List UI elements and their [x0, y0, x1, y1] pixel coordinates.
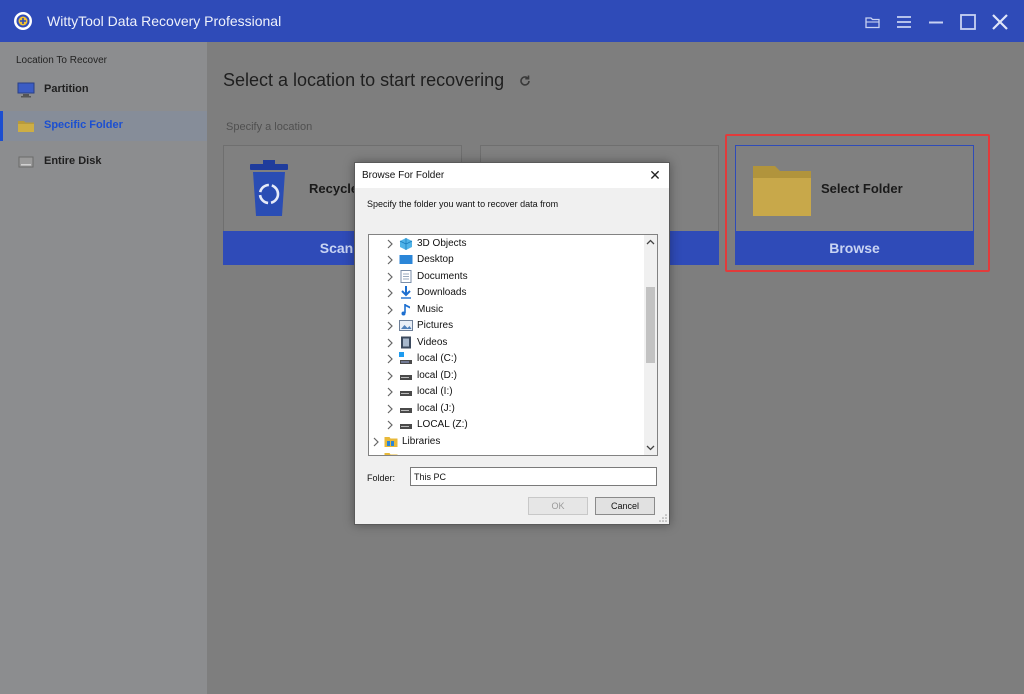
dialog-title-bar: Browse For Folder ✕	[355, 163, 669, 188]
tree-item-pictures[interactable]: Pictures	[369, 318, 645, 334]
folder-icon	[384, 453, 398, 455]
sidebar-item-specific-folder[interactable]: Specific Folder	[0, 111, 207, 141]
sidebar-item-label: Entire Disk	[44, 155, 102, 167]
system-drive-icon	[399, 352, 412, 364]
tree-item-downloads[interactable]: Downloads	[369, 285, 645, 301]
drive-icon	[400, 424, 412, 429]
chevron-right-icon[interactable]	[385, 255, 395, 265]
music-icon	[401, 304, 410, 316]
chevron-right-icon[interactable]	[385, 354, 395, 364]
chevron-right-icon[interactable]	[385, 321, 395, 331]
folder-label: Folder:	[367, 473, 396, 483]
scroll-down-icon[interactable]	[646, 443, 655, 452]
pictures-icon	[399, 320, 413, 331]
chevron-right-icon[interactable]	[385, 288, 395, 298]
chevron-right-icon[interactable]	[385, 371, 395, 381]
documents-icon	[400, 270, 412, 283]
tree-item-local-i[interactable]: local (I:)	[369, 384, 645, 400]
tree-item-local-d[interactable]: local (D:)	[369, 368, 645, 384]
tree-item-music[interactable]: Music	[369, 302, 645, 318]
libraries-icon	[384, 437, 398, 447]
sidebar-item-partition[interactable]: Partition	[0, 75, 207, 105]
resize-grip-icon[interactable]	[659, 514, 667, 522]
app-logo-icon	[14, 12, 32, 30]
tree-item-partial	[369, 450, 645, 455]
minimize-icon[interactable]	[925, 11, 947, 33]
tree-item-local-c[interactable]: local (C:)	[369, 351, 645, 367]
folder-tree[interactable]: 3D Objects Desktop Documents Downloads M…	[368, 234, 658, 456]
chevron-right-icon[interactable]	[385, 404, 395, 414]
highlight-box	[725, 134, 990, 272]
recycle-bin-icon	[250, 160, 288, 216]
menu-icon[interactable]	[893, 11, 915, 33]
scrollbar-thumb[interactable]	[646, 287, 655, 363]
folder-icon	[18, 121, 34, 132]
app-title: WittyTool Data Recovery Professional	[47, 13, 282, 29]
active-indicator	[0, 111, 3, 141]
drive-icon	[400, 375, 412, 380]
card-label: Recycle	[309, 181, 359, 196]
chevron-right-icon[interactable]	[385, 387, 395, 397]
disk-icon	[18, 156, 34, 168]
page-title: Select a location to start recovering	[223, 70, 505, 90]
cancel-button[interactable]: Cancel	[595, 497, 655, 515]
3d-objects-icon	[399, 238, 413, 250]
tree-item-local-j[interactable]: local (J:)	[369, 401, 645, 417]
tree-item-documents[interactable]: Documents	[369, 269, 645, 285]
tree-item-desktop[interactable]: Desktop	[369, 252, 645, 268]
videos-icon	[401, 336, 411, 349]
chevron-right-icon[interactable]	[371, 437, 381, 447]
chevron-right-icon[interactable]	[385, 272, 395, 282]
monitor-icon	[17, 82, 35, 98]
chevron-right-icon[interactable]	[385, 239, 395, 249]
title-bar: WittyTool Data Recovery Professional	[0, 0, 1024, 42]
chevron-right-icon[interactable]	[385, 420, 395, 430]
section-subtitle: Specify a location	[226, 121, 313, 133]
maximize-icon[interactable]	[957, 11, 979, 33]
tree-item-videos[interactable]: Videos	[369, 335, 645, 351]
browse-for-folder-dialog: Browse For Folder ✕ Specify the folder y…	[354, 162, 670, 525]
refresh-icon[interactable]	[518, 74, 532, 88]
sidebar: Location To Recover Partition Specific F…	[0, 42, 207, 694]
dialog-title: Browse For Folder	[362, 170, 445, 181]
folder-field[interactable]	[410, 467, 657, 486]
scroll-up-icon[interactable]	[646, 238, 655, 247]
tree-item-local-z[interactable]: LOCAL (Z:)	[369, 417, 645, 433]
sidebar-item-label: Partition	[44, 83, 89, 95]
ok-button[interactable]: OK	[528, 497, 588, 515]
chevron-right-icon[interactable]	[385, 338, 395, 348]
sidebar-item-entire-disk[interactable]: Entire Disk	[0, 147, 207, 177]
chevron-right-icon[interactable]	[385, 305, 395, 315]
sidebar-item-label: Specific Folder	[44, 119, 123, 131]
tree-item-3d-objects[interactable]: 3D Objects	[369, 236, 645, 252]
downloads-icon	[401, 286, 411, 299]
drive-icon	[400, 408, 412, 413]
drive-icon	[400, 391, 412, 396]
dialog-instruction: Specify the folder you want to recover d…	[367, 199, 559, 209]
close-icon[interactable]	[989, 11, 1011, 33]
sidebar-header: Location To Recover	[16, 55, 107, 66]
tree-item-libraries[interactable]: Libraries	[369, 434, 645, 450]
dialog-close-icon[interactable]: ✕	[647, 167, 663, 183]
folder-open-icon[interactable]	[862, 11, 884, 33]
desktop-icon	[399, 255, 413, 264]
tree-scrollbar[interactable]	[644, 235, 657, 455]
